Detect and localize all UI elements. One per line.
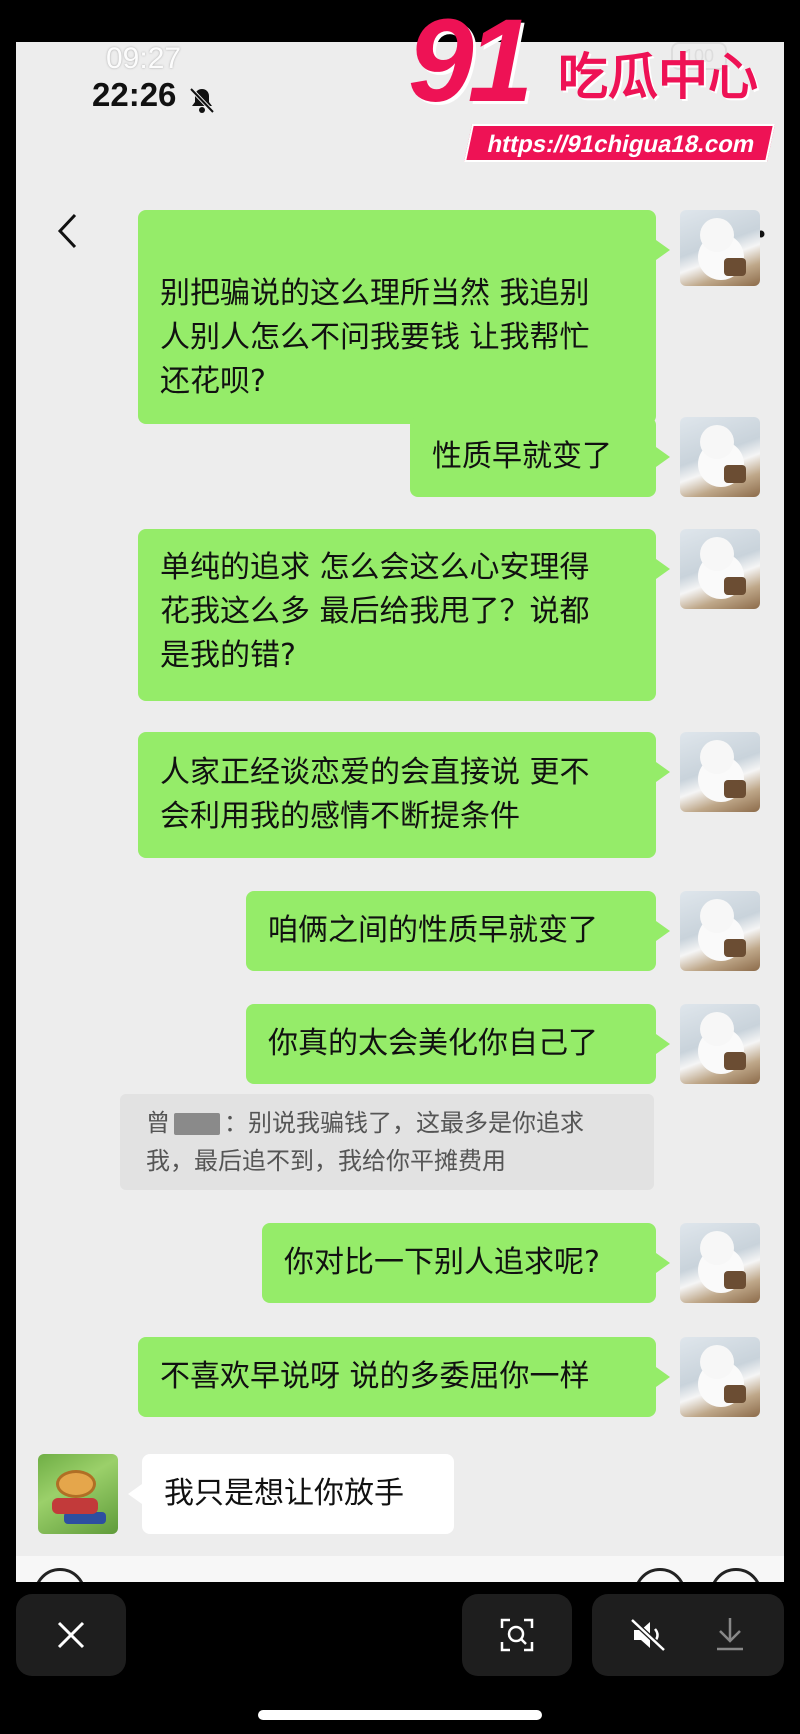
back-icon[interactable] [56,212,78,250]
peer-avatar[interactable] [38,1454,118,1534]
watermark-logo: 91 吃瓜中心 https://91chigua18.com [408,0,800,170]
status-time: 22:26 [92,76,177,113]
scan-icon [500,1618,534,1652]
message-bubble[interactable]: 不喜欢早说呀 说的多委屈你一样 [138,1337,670,1417]
quote-text-line2: 我，最后追不到，我给你平摊费用 [146,1147,506,1175]
watermark-number: 91 [408,0,533,127]
message-bubble[interactable]: 人家正经谈恋爱的会直接说 更不 会利用我的感情不断提条件 [138,732,670,858]
home-indicator[interactable] [258,1710,542,1720]
message-bubble[interactable]: 单纯的追求 怎么会这么心安理得 花我这么多 最后给我甩了？说都 是我的错? [138,529,670,701]
mute-icon[interactable] [630,1618,666,1652]
avatar[interactable] [680,210,760,286]
chat-screenshot: 09:27 22:26 100 曾 别把骗说的这么理所当然 我追别 人别人怎么不… [16,42,784,1582]
avatar[interactable] [680,1337,760,1417]
watermark-name: 吃瓜中心 [558,48,758,106]
watermark-url: https://91chigua18.com [463,124,775,162]
close-icon [57,1621,85,1649]
message-bubble[interactable]: 咱俩之间的性质早就变了 [246,891,670,971]
media-controls [592,1594,784,1676]
avatar[interactable] [680,529,760,609]
message-bubble[interactable]: 你真的太会美化你自己了 [246,1004,670,1084]
avatar[interactable] [680,417,760,497]
avatar[interactable] [680,1223,760,1303]
message-bubble-incoming[interactable]: 我只是想让你放手 [128,1454,454,1534]
close-button[interactable] [16,1594,126,1676]
avatar[interactable] [680,1004,760,1084]
message-bubble[interactable]: 别把骗说的这么理所当然 我追别 人别人怎么不问我要钱 让我帮忙 还花呗? [138,210,670,424]
quote-sender: 曾 [146,1109,170,1137]
name-redaction [174,1113,220,1135]
overlay-clock: 09:27 [106,42,182,75]
bell-muted-icon [189,87,215,114]
quoted-message[interactable]: 曾 ：别说我骗钱了，这最多是你追求 我，最后追不到，我给你平摊费用 [120,1094,654,1190]
message-bubble[interactable]: 你对比一下别人追求呢? [262,1223,670,1303]
download-icon[interactable] [714,1616,746,1652]
avatar[interactable] [680,891,760,971]
avatar[interactable] [680,732,760,812]
message-bubble[interactable]: 性质早就变了 [410,417,670,497]
quote-text-line1: ：别说我骗钱了，这最多是你追求 [224,1109,584,1137]
scan-button[interactable] [462,1594,572,1676]
